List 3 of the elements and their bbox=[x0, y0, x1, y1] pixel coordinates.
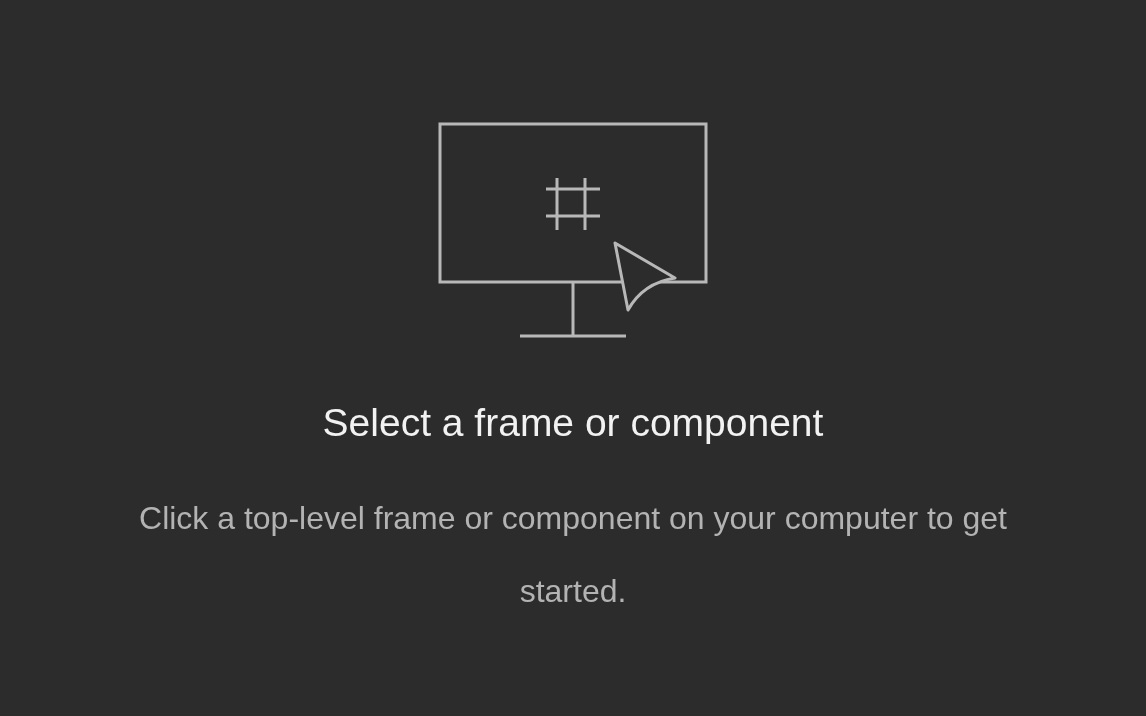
monitor-cursor-icon bbox=[438, 120, 708, 340]
empty-state-description: Click a top-level frame or component on your computer to get started. bbox=[138, 499, 1008, 611]
empty-state-title: Select a frame or component bbox=[322, 400, 824, 446]
